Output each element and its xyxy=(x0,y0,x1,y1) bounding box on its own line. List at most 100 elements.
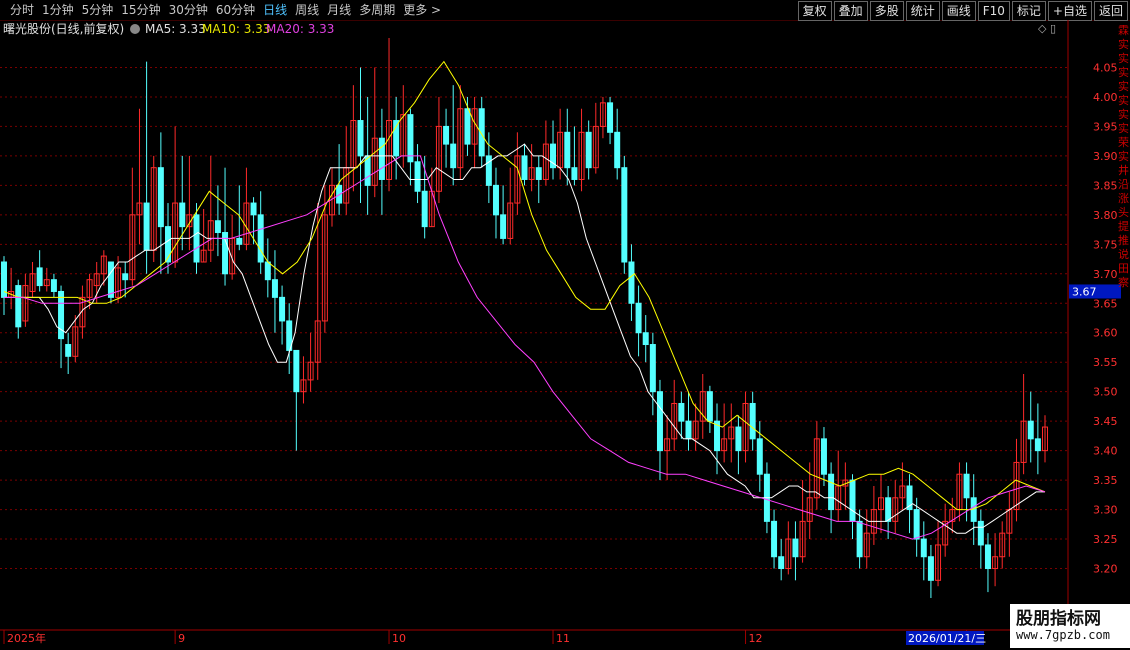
x-tick-label-4: 12 xyxy=(749,632,763,645)
candle-body-88 xyxy=(628,261,635,304)
candlestick-chart[interactable]: 3.20 3.25 3.30 3.35 3.40 3.45 3.50 3.55 3.60 3.65… xyxy=(0,0,1130,650)
candle-body-62 xyxy=(443,125,450,145)
side-label-7: 实 xyxy=(1118,122,1129,135)
candle-body-105 xyxy=(749,402,756,440)
watermark-line1: 股朋指标网 xyxy=(1016,609,1101,629)
candle-body-30 xyxy=(214,220,221,234)
candle-body-35 xyxy=(250,202,257,216)
candle-body-99 xyxy=(706,391,713,422)
x-tick-label-0: 2025年 xyxy=(7,631,46,645)
y-tick-label-17: 4.05 xyxy=(1093,61,1118,74)
y-tick-label-7: 3.55 xyxy=(1093,356,1118,369)
candle-body-50 xyxy=(357,120,364,157)
candle-body-63 xyxy=(450,143,457,169)
current-price-label: 3.67 xyxy=(1072,285,1097,298)
x-tick-label-2: 10 xyxy=(392,632,406,645)
candle-body-36 xyxy=(257,214,264,263)
y-tick-label-15: 3.95 xyxy=(1093,120,1118,133)
candle-body-51 xyxy=(364,155,371,186)
candle-body-135 xyxy=(963,473,970,499)
side-label-2: 实 xyxy=(1118,52,1129,65)
candle-body-95 xyxy=(678,402,685,422)
y-tick-label-9: 3.65 xyxy=(1093,297,1118,310)
candle-body-109 xyxy=(778,556,785,570)
candle-body-69 xyxy=(492,184,499,216)
candle-body-2 xyxy=(15,285,22,328)
candle-body-116 xyxy=(828,473,835,511)
side-label-8: 荣 xyxy=(1118,136,1129,149)
candle-body-65 xyxy=(464,108,471,145)
candle-body-92 xyxy=(656,391,663,452)
side-label-16: 说 xyxy=(1118,248,1129,261)
candle-body-111 xyxy=(792,538,799,558)
y-tick-label-8: 3.60 xyxy=(1093,327,1118,340)
ma10-line xyxy=(3,60,1046,511)
candle-body-137 xyxy=(977,520,984,546)
candle-body-144 xyxy=(1027,420,1034,440)
candle-body-89 xyxy=(635,302,642,334)
candle-body-58 xyxy=(414,161,421,192)
candle-body-91 xyxy=(649,344,656,393)
candle-body-96 xyxy=(685,420,692,440)
y-tick-label-12: 3.80 xyxy=(1093,209,1118,222)
candle-body-145 xyxy=(1034,438,1041,452)
candle-body-25 xyxy=(179,202,186,228)
side-label-17: 田 xyxy=(1118,262,1129,275)
y-tick-label-0: 3.20 xyxy=(1093,563,1118,576)
candle-body-39 xyxy=(279,296,286,322)
watermark-line2: www.7gpzb.com xyxy=(1016,628,1110,642)
candle-body-119 xyxy=(849,479,856,522)
candle-body-70 xyxy=(500,214,507,239)
side-label-13: 头 xyxy=(1118,206,1129,219)
candle-body-124 xyxy=(885,497,892,522)
side-label-6: 实 xyxy=(1118,108,1129,121)
candle-body-38 xyxy=(271,279,278,298)
candle-body-85 xyxy=(607,102,614,133)
candle-body-41 xyxy=(293,349,300,393)
y-tick-label-16: 4.00 xyxy=(1093,91,1118,104)
candle-body-8 xyxy=(58,290,65,340)
side-label-3: 实 xyxy=(1118,66,1129,79)
side-label-0: 霖 xyxy=(1118,24,1129,37)
y-tick-label-5: 3.45 xyxy=(1093,415,1118,428)
candle-body-53 xyxy=(378,137,385,180)
side-label-4: 实 xyxy=(1118,80,1129,93)
candle-body-17 xyxy=(122,273,129,281)
side-label-11: 沿 xyxy=(1118,178,1129,191)
candle-body-115 xyxy=(820,438,827,475)
side-label-1: 实 xyxy=(1118,38,1129,51)
candle-body-87 xyxy=(621,167,628,263)
candle-body-90 xyxy=(642,332,649,346)
candle-body-108 xyxy=(771,520,778,558)
candle-body-5 xyxy=(36,267,43,287)
candle-body-130 xyxy=(927,556,934,581)
candle-body-15 xyxy=(107,261,114,298)
candle-body-79 xyxy=(564,131,571,169)
candle-body-33 xyxy=(236,237,243,245)
candle-body-73 xyxy=(521,155,528,180)
side-label-14: 提 xyxy=(1118,220,1129,233)
candle-body-103 xyxy=(735,426,742,452)
side-label-9: 实 xyxy=(1118,150,1129,163)
candle-body-9 xyxy=(65,344,72,357)
watermark-logo: 股朋指标网 www.7gpzb.com xyxy=(1010,604,1130,648)
candle-body-59 xyxy=(421,190,428,228)
candle-body-22 xyxy=(157,167,164,228)
candle-body-57 xyxy=(407,114,414,163)
y-tick-label-2: 3.30 xyxy=(1093,504,1118,517)
candle-body-27 xyxy=(193,214,200,263)
side-label-12: 涨 xyxy=(1118,192,1129,205)
candle-body-20 xyxy=(143,202,150,251)
candle-body-37 xyxy=(264,261,271,281)
y-tick-label-11: 3.75 xyxy=(1093,238,1118,251)
y-tick-label-1: 3.25 xyxy=(1093,533,1118,546)
date-box-label: 2026/01/21/三 xyxy=(908,632,986,645)
y-tick-label-14: 3.90 xyxy=(1093,150,1118,163)
candle-body-82 xyxy=(585,131,592,169)
candle-body-86 xyxy=(614,131,621,169)
candle-body-138 xyxy=(984,544,991,570)
candle-body-120 xyxy=(856,520,863,558)
candle-body-129 xyxy=(920,538,927,558)
side-label-15: 推 xyxy=(1118,234,1129,247)
x-tick-label-3: 11 xyxy=(556,632,570,645)
